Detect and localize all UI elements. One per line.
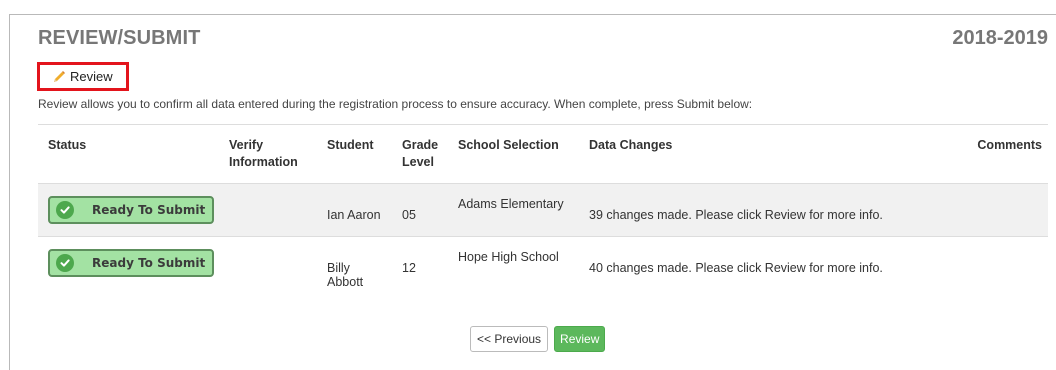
ready-to-submit-button[interactable]: Ready To Submit — [48, 249, 214, 277]
status-cell: Ready To Submit — [38, 236, 219, 289]
checkmark-icon — [56, 254, 74, 272]
review-link-label: Review — [70, 69, 113, 84]
school-cell: Hope High School — [448, 236, 579, 289]
status-label: Ready To Submit — [92, 203, 206, 217]
pencil-icon — [52, 70, 66, 84]
student-cell: Billy Abbott — [317, 236, 392, 289]
pager-buttons: << Previous Review — [470, 326, 606, 352]
changes-cell: 39 changes made. Please click Review for… — [579, 183, 932, 237]
table-row: Ready To Submit Billy Abbott 12 Hope Hig… — [38, 236, 1048, 289]
instructions-text: Review allows you to confirm all data en… — [38, 97, 753, 111]
grade-cell: 12 — [392, 236, 448, 289]
column-header-changes: Data Changes — [579, 124, 932, 184]
checkmark-icon — [56, 201, 74, 219]
grade-level: 05 — [402, 208, 416, 222]
column-header-status: Status — [38, 124, 219, 184]
grade-cell: 05 — [392, 183, 448, 237]
data-changes-text: 40 changes made. Please click Review for… — [589, 261, 883, 275]
changes-cell: 40 changes made. Please click Review for… — [579, 236, 932, 289]
column-header-student: Student — [317, 124, 392, 184]
grade-level: 12 — [402, 261, 416, 275]
column-header-comments: Comments — [932, 124, 1048, 184]
column-header-verify-line2: Information — [229, 155, 298, 169]
registration-table: Status Verify Information Student Grade … — [38, 124, 1048, 289]
school-cell: Adams Elementary — [448, 183, 579, 237]
status-label: Ready To Submit — [92, 256, 206, 270]
ready-to-submit-button[interactable]: Ready To Submit — [48, 196, 214, 224]
column-header-grade-line1: Grade — [402, 138, 439, 152]
previous-button[interactable]: << Previous — [470, 326, 549, 352]
column-header-grade: Grade Level — [392, 124, 448, 184]
student-cell: Ian Aaron — [317, 183, 392, 237]
comments-cell — [932, 183, 1048, 237]
review-link[interactable]: Review — [52, 69, 113, 84]
column-header-verify: Verify Information — [219, 124, 317, 184]
column-header-grade-line2: Level — [402, 155, 434, 169]
table-row: Ready To Submit Ian Aaron 05 Adams Eleme… — [38, 183, 1048, 237]
page-title: REVIEW/SUBMIT — [38, 27, 201, 49]
review-button[interactable]: Review — [554, 326, 606, 352]
verify-cell — [219, 183, 317, 237]
verify-cell — [219, 236, 317, 289]
school-name: Hope High School — [458, 250, 559, 264]
student-name: Billy Abbott — [327, 261, 364, 289]
school-year: 2018-2019 — [952, 27, 1048, 49]
status-cell: Ready To Submit — [38, 183, 219, 237]
table-header-row: Status Verify Information Student Grade … — [38, 124, 1048, 184]
school-name: Adams Elementary — [458, 197, 564, 211]
data-changes-text: 39 changes made. Please click Review for… — [589, 208, 883, 222]
comments-cell — [932, 236, 1048, 289]
student-name: Ian Aaron — [327, 208, 381, 222]
column-header-verify-line1: Verify — [229, 138, 264, 152]
column-header-school: School Selection — [448, 124, 579, 184]
